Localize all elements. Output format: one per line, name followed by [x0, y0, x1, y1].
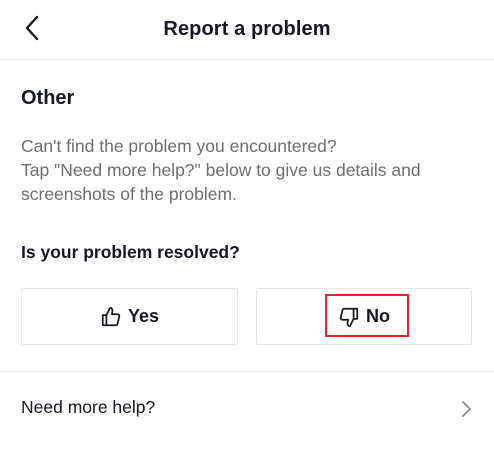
yes-label: Yes [127, 306, 160, 326]
description-line: Tap "Need more help?" below to give us d… [21, 160, 421, 180]
header-divider [0, 59, 494, 60]
chevron-right-icon [462, 401, 471, 417]
need-more-help-row[interactable]: Need more help? [0, 378, 494, 438]
section-divider [0, 371, 494, 372]
section-title: Other [21, 87, 75, 109]
no-label: No [366, 306, 390, 326]
need-more-help-label: Need more help? [21, 397, 156, 417]
back-button[interactable] [14, 12, 50, 44]
resolved-question: Is your problem resolved? [21, 242, 240, 262]
thumbs-down-icon [339, 307, 359, 327]
page-title: Report a problem [163, 17, 331, 40]
yes-button-content: Yes [100, 306, 159, 328]
no-button-content: No [338, 306, 390, 328]
report-problem-screen: Report a problem Other Can't find the pr… [0, 0, 494, 450]
chevron-left-icon [25, 15, 39, 41]
no-button[interactable]: No [256, 288, 472, 345]
description-line: screenshots of the problem. [21, 184, 237, 204]
header: Report a problem [0, 0, 494, 58]
yes-button[interactable]: Yes [21, 288, 238, 345]
description-line: Can't find the problem you encountered? [21, 136, 337, 156]
section-description: Can't find the problem you encountered? … [21, 134, 481, 206]
thumbs-up-icon [101, 306, 121, 326]
